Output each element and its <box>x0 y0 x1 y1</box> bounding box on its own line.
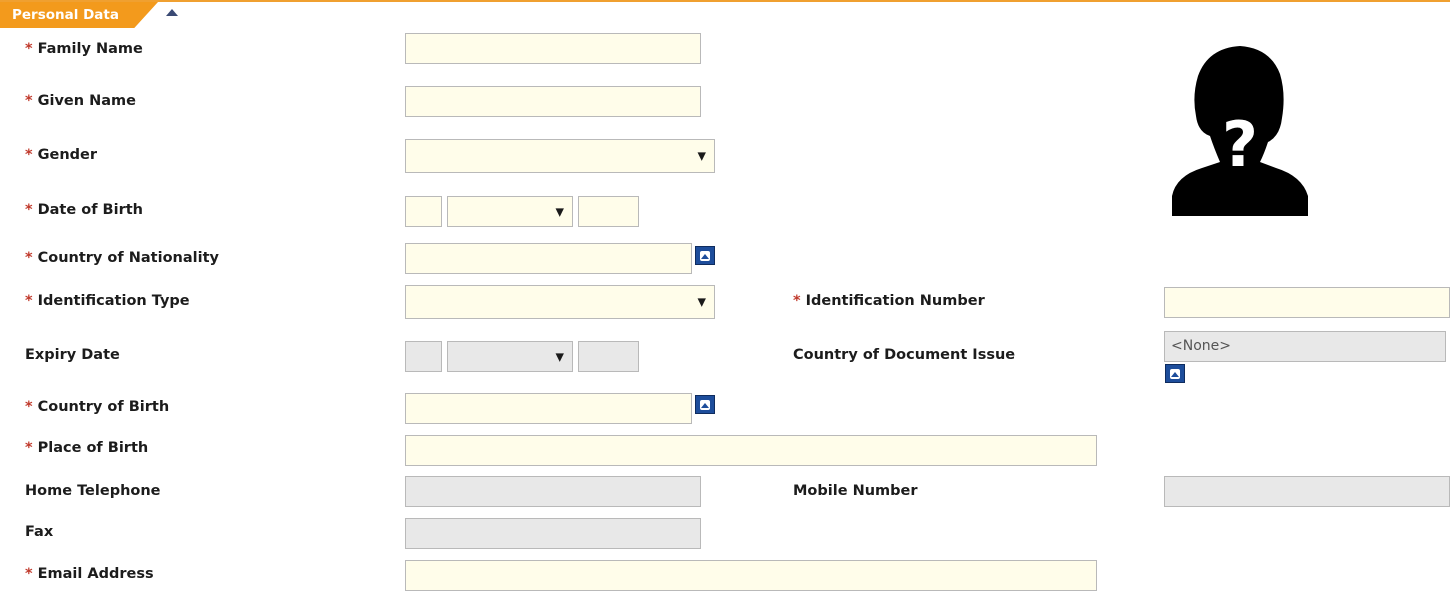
identification-number-label: * Identification Number <box>793 291 985 311</box>
identification-type-select[interactable]: ▼ <box>405 285 715 319</box>
email-address-label: * Email Address <box>25 564 154 584</box>
fax-input[interactable] <box>405 518 701 549</box>
unknown-person-photo-icon[interactable]: ? <box>1162 36 1316 220</box>
expiry-year-input[interactable] <box>578 341 639 372</box>
mobile-number-input[interactable] <box>1164 476 1450 507</box>
required-marker: * <box>25 399 33 415</box>
place-of-birth-label: * Place of Birth <box>25 438 148 458</box>
dob-day-input[interactable] <box>405 196 442 227</box>
collapse-section-icon[interactable] <box>166 9 178 16</box>
required-marker: * <box>25 202 33 218</box>
required-marker: * <box>25 41 33 57</box>
family-name-input[interactable] <box>405 33 701 64</box>
country-of-nationality-label: * Country of Nationality <box>25 248 219 268</box>
section-title-tab: Personal Data <box>0 2 158 28</box>
expiry-day-input[interactable] <box>405 341 442 372</box>
gender-label: * Gender <box>25 145 97 165</box>
identification-type-label-text: Identification Type <box>37 293 190 309</box>
country-of-birth-input[interactable] <box>405 393 692 424</box>
expiry-date-label: Expiry Date <box>25 347 120 363</box>
country-of-document-issue-value: <None> <box>1171 338 1231 354</box>
date-of-birth-label: * Date of Birth <box>25 200 143 220</box>
place-of-birth-input[interactable] <box>405 435 1097 466</box>
section-header-rule <box>0 0 1450 2</box>
email-address-input[interactable] <box>405 560 1097 591</box>
svg-text:?: ? <box>1222 108 1258 181</box>
expiry-month-select[interactable]: ▼ <box>447 341 573 372</box>
dob-month-select[interactable]: ▼ <box>447 196 573 227</box>
gender-label-text: Gender <box>37 147 98 163</box>
chevron-down-icon: ▼ <box>555 350 564 363</box>
chevron-down-icon: ▼ <box>555 205 564 218</box>
country-of-birth-label: * Country of Birth <box>25 397 169 417</box>
document-issue-lookup-icon[interactable] <box>1165 364 1185 383</box>
required-marker: * <box>793 293 801 309</box>
identification-type-label: * Identification Type <box>25 291 190 311</box>
home-telephone-input[interactable] <box>405 476 701 507</box>
identification-number-input[interactable] <box>1164 287 1450 318</box>
fax-label: Fax <box>25 524 54 540</box>
country-of-document-issue-label: Country of Document Issue <box>793 347 1016 363</box>
required-marker: * <box>25 440 33 456</box>
given-name-label: * Given Name <box>25 91 136 111</box>
country-of-nationality-label-text: Country of Nationality <box>37 250 219 266</box>
required-marker: * <box>25 293 33 309</box>
family-name-label-text: Family Name <box>37 41 143 57</box>
identification-number-label-text: Identification Number <box>805 293 985 309</box>
dob-year-input[interactable] <box>578 196 639 227</box>
mobile-number-label: Mobile Number <box>793 483 918 499</box>
chevron-down-icon: ▼ <box>697 295 706 309</box>
country-of-nationality-input[interactable] <box>405 243 692 274</box>
nationality-lookup-icon[interactable] <box>695 246 715 265</box>
required-marker: * <box>25 250 33 266</box>
country-of-document-issue-field[interactable]: <None> <box>1164 331 1446 362</box>
chevron-down-icon: ▼ <box>697 149 706 163</box>
section-title: Personal Data <box>12 7 119 23</box>
date-of-birth-label-text: Date of Birth <box>37 202 143 218</box>
given-name-input[interactable] <box>405 86 701 117</box>
gender-select[interactable]: ▼ <box>405 139 715 173</box>
family-name-label: * Family Name <box>25 39 143 59</box>
required-marker: * <box>25 566 33 582</box>
required-marker: * <box>25 147 33 163</box>
given-name-label-text: Given Name <box>37 93 136 109</box>
country-of-birth-label-text: Country of Birth <box>37 399 170 415</box>
birth-country-lookup-icon[interactable] <box>695 395 715 414</box>
home-telephone-label: Home Telephone <box>25 483 161 499</box>
place-of-birth-label-text: Place of Birth <box>37 440 149 456</box>
required-marker: * <box>25 93 33 109</box>
email-address-label-text: Email Address <box>37 566 154 582</box>
